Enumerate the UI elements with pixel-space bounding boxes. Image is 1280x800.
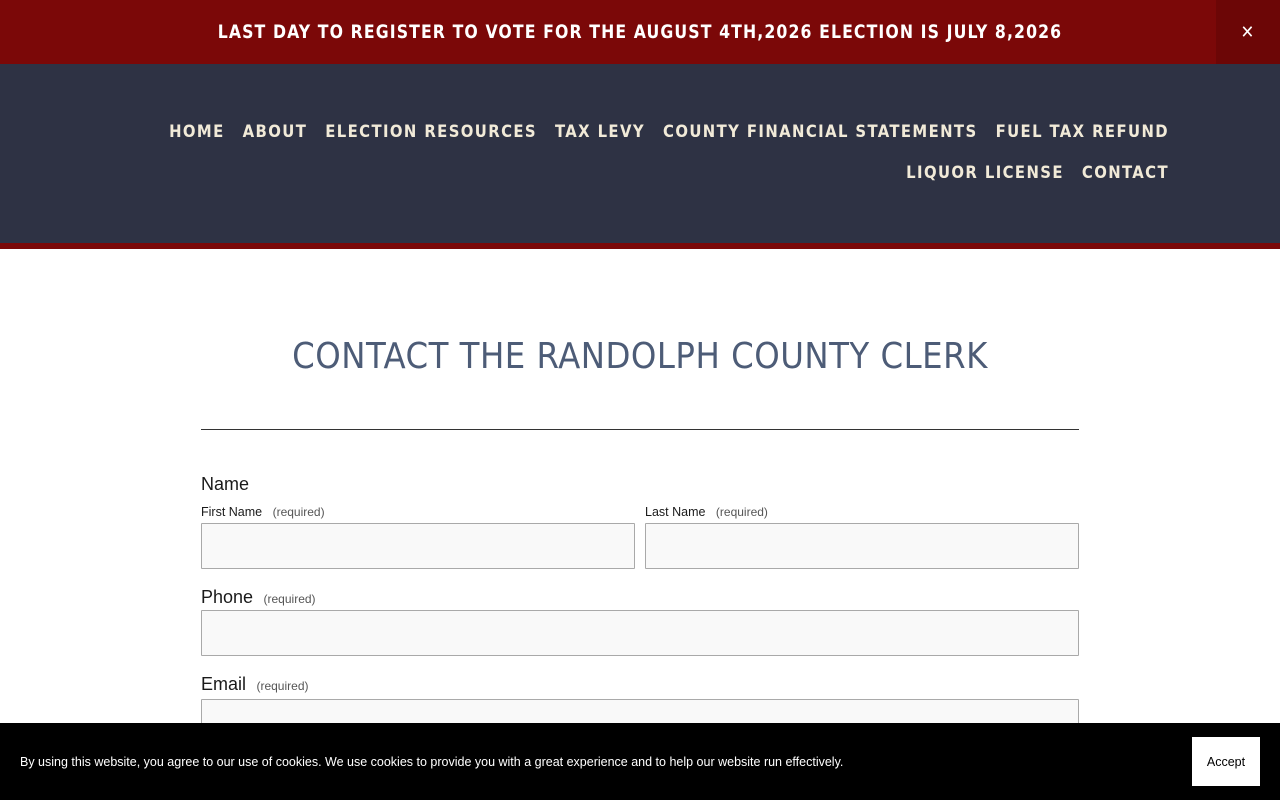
nav-item-about[interactable]: ABOUT — [243, 122, 308, 142]
name-field-group: Name First Name (required) Last Name (re… — [201, 474, 1079, 569]
close-icon: ✕ — [1240, 21, 1256, 43]
accept-cookies-button[interactable]: Accept — [1192, 737, 1260, 786]
last-name-input[interactable] — [645, 523, 1079, 569]
close-announcement-button[interactable]: ✕ — [1216, 0, 1280, 64]
nav-item-contact[interactable]: CONTACT — [1082, 163, 1169, 183]
name-label: Name — [201, 474, 250, 494]
nav-item-election-resources[interactable]: ELECTION RESOURCES — [325, 122, 537, 142]
announcement-text: LAST DAY TO REGISTER TO VOTE FOR THE AUG… — [217, 21, 1063, 43]
main-navigation: HOME ABOUT ELECTION RESOURCES TAX LEVY C… — [169, 122, 1169, 183]
nav-item-liquor-license[interactable]: LIQUOR LICENSE — [906, 163, 1064, 183]
announcement-bar: LAST DAY TO REGISTER TO VOTE FOR THE AUG… — [0, 0, 1280, 64]
first-name-label: First Name — [201, 505, 263, 519]
email-label: Email — [201, 674, 247, 694]
nav-item-fuel-tax-refund[interactable]: FUEL TAX REFUND — [996, 122, 1169, 142]
header-accent-bar — [0, 243, 1280, 249]
last-name-required: (required) — [715, 505, 768, 519]
divider — [201, 429, 1079, 430]
cookie-text: By using this website, you agree to our … — [20, 754, 844, 769]
phone-label: Phone — [201, 587, 254, 607]
email-required: (required) — [256, 679, 309, 693]
first-name-required: (required) — [272, 505, 325, 519]
nav-item-county-financial-statements[interactable]: COUNTY FINANCIAL STATEMENTS — [663, 122, 978, 142]
last-name-label: Last Name — [645, 505, 706, 519]
nav-item-home[interactable]: HOME — [169, 122, 225, 142]
contact-form: Name First Name (required) Last Name (re… — [201, 474, 1079, 745]
phone-input[interactable] — [201, 610, 1079, 656]
cookie-banner: By using this website, you agree to our … — [0, 723, 1280, 800]
nav-item-tax-levy[interactable]: TAX LEVY — [555, 122, 645, 142]
phone-field-group: Phone (required) — [201, 587, 1079, 656]
phone-required: (required) — [263, 592, 316, 606]
first-name-input[interactable] — [201, 523, 635, 569]
page-title: CONTACT THE RANDOLPH COUNTY CLERK — [292, 336, 988, 377]
